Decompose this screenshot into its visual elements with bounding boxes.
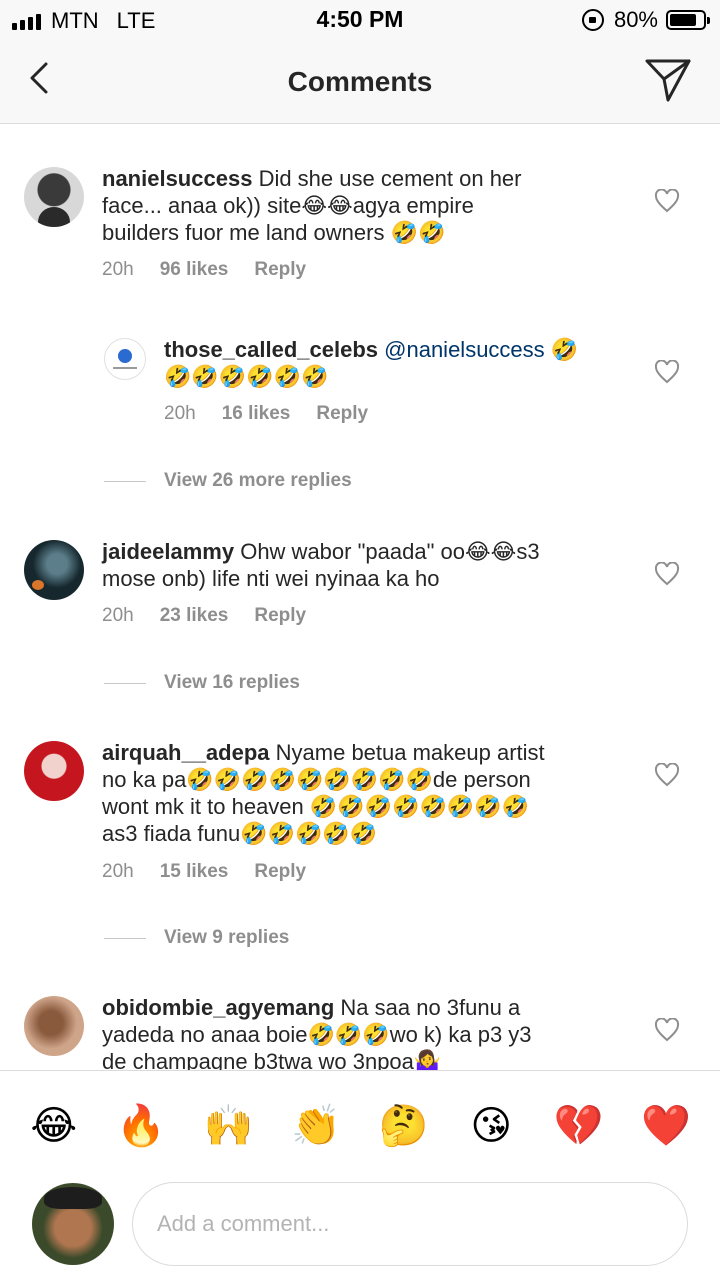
heart-icon[interactable] [654, 360, 680, 384]
heart-icon[interactable] [654, 562, 680, 586]
comment-line: wont mk it to heaven 🤣🤣🤣🤣🤣🤣🤣🤣 [102, 794, 530, 819]
emoji-clapping-button[interactable]: 👏 [284, 1094, 348, 1158]
view-replies-label: View 16 replies [164, 672, 300, 693]
comment-time: 20h [102, 861, 134, 882]
comment-username[interactable]: jaideelammy [102, 539, 234, 564]
view-replies-button[interactable]: View 9 replies [104, 927, 289, 949]
comment-username[interactable]: those_called_celebs [164, 337, 378, 362]
comment-line: Did she use cement on her [258, 166, 522, 191]
comments-list[interactable]: nanielsuccess Did she use cement on her … [0, 125, 720, 1070]
paper-plane-icon[interactable] [644, 56, 692, 104]
comment-line: yadeda no anaa boie🤣🤣🤣wo k) ka p3 y3 [102, 1022, 532, 1047]
comment-likes[interactable]: 16 likes [222, 403, 291, 425]
comment-text: those_called_celebs @nanielsuccess 🤣 🤣🤣🤣… [164, 336, 624, 390]
rotation-lock-icon [581, 9, 604, 31]
comment-likes[interactable]: 23 likes [160, 605, 229, 627]
comment-text: nanielsuccess Did she use cement on her … [102, 165, 582, 246]
comment-meta: 20h 23 likes Reply [102, 605, 306, 627]
comment-meta: 20h 96 likes Reply [102, 259, 306, 281]
comment-line: no ka pa🤣🤣🤣🤣🤣🤣🤣🤣🤣de person [102, 767, 531, 792]
comment-line: Ohw wabor "paada" oo😂😂s3 [240, 539, 540, 564]
avatar[interactable] [104, 338, 146, 380]
reply-button[interactable]: Reply [254, 259, 306, 281]
view-replies-label: View 9 replies [164, 927, 290, 948]
page-title: Comments [287, 66, 433, 97]
comment-line: Na saa no 3funu a [340, 995, 521, 1020]
divider-line [104, 937, 146, 939]
emoji-thinking-button[interactable]: 🤔 [372, 1094, 436, 1158]
battery-level [670, 14, 696, 26]
comment-likes[interactable]: 96 likes [160, 259, 229, 281]
comment-line: as3 fiada funu🤣🤣🤣🤣🤣 [102, 821, 378, 846]
emoji-kiss-button[interactable]: 😘 [459, 1094, 523, 1158]
emoji-raised-hands-button[interactable]: 🙌 [197, 1094, 261, 1158]
comment-line: mose onb) life nti wei nyinaa ka ho [102, 566, 440, 591]
reply-button[interactable]: Reply [316, 403, 368, 425]
comment-text: obidombie_agyemang Na saa no 3funu a yad… [102, 994, 602, 1070]
divider-line [104, 682, 146, 684]
comment-likes[interactable]: 15 likes [160, 861, 229, 883]
comment-time: 20h [102, 259, 134, 280]
reply-button[interactable]: Reply [254, 861, 306, 883]
battery-icon [666, 10, 710, 30]
comment-text: jaideelammy Ohw wabor "paada" oo😂😂s3 mos… [102, 538, 602, 592]
avatar [32, 1183, 114, 1265]
emoji-quick-bar: 😂 🔥 🙌 👏 🤔 😘 💔 ❤️ [0, 1070, 720, 1180]
mention-link[interactable]: @nanielsuccess [384, 337, 545, 362]
comment-line: de champagne b3twa wo 3npoa🤷‍♀️ [102, 1049, 442, 1070]
battery-percent: 80% [613, 7, 658, 32]
view-replies-button[interactable]: View 16 replies [104, 672, 300, 694]
avatar[interactable] [24, 741, 84, 801]
reply-button[interactable]: Reply [254, 605, 306, 627]
emoji-tears-of-joy-button[interactable]: 😂 [22, 1094, 86, 1158]
emoji-broken-heart-button[interactable]: 💔 [547, 1094, 611, 1158]
view-replies-button[interactable]: View 26 more replies [104, 470, 352, 492]
avatar[interactable] [24, 996, 84, 1056]
comment-compose [0, 1180, 720, 1280]
comments-header: Comments [0, 40, 720, 124]
comment-line: 🤣🤣🤣🤣🤣🤣 [164, 364, 329, 389]
avatar[interactable] [24, 167, 84, 227]
comment-line: face... anaa ok)) site😂😂agya empire [102, 193, 474, 218]
heart-icon[interactable] [654, 1018, 680, 1042]
comment-username[interactable]: airquah__adepa [102, 740, 270, 765]
comment-username[interactable]: obidombie_agyemang [102, 995, 334, 1020]
heart-icon[interactable] [654, 763, 680, 787]
comment-username[interactable]: nanielsuccess [102, 166, 252, 191]
divider-line [104, 480, 146, 482]
comment-line: 🤣 [544, 337, 579, 362]
heart-icon[interactable] [654, 189, 680, 213]
avatar[interactable] [24, 540, 84, 600]
comment-time: 20h [102, 605, 134, 626]
comment-line: builders fuor me land owners 🤣🤣 [102, 220, 446, 245]
emoji-red-heart-button[interactable]: ❤️ [634, 1094, 698, 1158]
view-replies-label: View 26 more replies [164, 470, 352, 491]
comment-time: 20h [164, 403, 196, 424]
comment-text: airquah__adepa Nyame betua makeup artist… [102, 739, 622, 847]
comment-meta: 20h 16 likes Reply [164, 403, 368, 425]
comment-line: Nyame betua makeup artist [275, 740, 545, 765]
comment-input[interactable] [132, 1182, 688, 1266]
status-bar: MTN LTE 4:50 PM 80% [0, 0, 720, 40]
status-right: 80% [581, 7, 710, 33]
comment-meta: 20h 15 likes Reply [102, 861, 306, 883]
emoji-fire-button[interactable]: 🔥 [109, 1094, 173, 1158]
